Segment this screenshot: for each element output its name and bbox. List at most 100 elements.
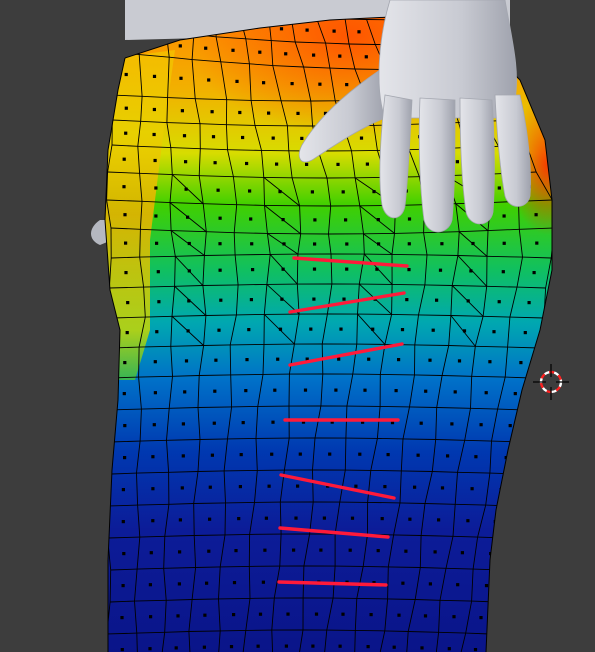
face-dot <box>431 328 435 332</box>
face-dot <box>400 328 405 332</box>
face-dot <box>341 612 345 616</box>
face-dot <box>284 644 288 648</box>
face-dot <box>232 613 236 617</box>
face-dot <box>358 452 362 456</box>
face-dot <box>153 158 157 163</box>
face-dot <box>232 581 237 585</box>
face-dot <box>153 391 157 395</box>
face-dot <box>437 518 441 522</box>
face-dot <box>312 297 316 301</box>
face-dot <box>332 29 336 33</box>
face-dot <box>211 135 216 139</box>
3d-viewport[interactable] <box>0 0 595 652</box>
face-dot <box>151 487 155 491</box>
face-dot <box>357 30 361 34</box>
face-dot <box>492 330 496 334</box>
face-dot <box>473 648 478 652</box>
face-dot <box>345 83 349 87</box>
face-dot <box>460 551 464 555</box>
face-dot <box>154 214 158 218</box>
face-dot <box>273 388 277 392</box>
face-dot <box>416 453 420 457</box>
face-dot <box>241 135 245 140</box>
face-dot <box>456 583 460 587</box>
face-dot <box>372 190 376 194</box>
face-dot <box>535 241 539 245</box>
face-dot <box>248 189 252 193</box>
face-dot <box>519 361 523 365</box>
face-dot <box>488 360 492 364</box>
face-dot <box>122 157 126 161</box>
face-dot <box>149 615 153 619</box>
hand-middle-finger <box>418 97 456 233</box>
face-dot <box>278 190 282 194</box>
face-dot <box>328 452 332 456</box>
face-dot <box>125 331 129 335</box>
face-dot <box>186 329 190 333</box>
face-dot <box>423 614 428 618</box>
face-dot <box>366 645 370 649</box>
face-dot <box>202 645 206 649</box>
face-dot <box>484 391 488 395</box>
face-dot <box>420 646 424 650</box>
face-dot <box>238 110 242 115</box>
face-dot <box>178 518 182 522</box>
face-dot <box>238 485 242 489</box>
face-dot <box>213 389 217 393</box>
face-dot <box>152 423 156 427</box>
face-dot <box>214 358 218 362</box>
face-dot <box>338 54 342 58</box>
face-dot <box>294 516 298 520</box>
3d-cursor[interactable] <box>533 364 569 400</box>
face-dot <box>433 550 437 554</box>
face-dot <box>305 162 309 166</box>
face-dot <box>375 267 379 271</box>
face-dot <box>296 111 300 115</box>
face-dot <box>123 213 127 217</box>
face-dot <box>401 581 405 585</box>
face-dot <box>440 486 445 490</box>
face-dot <box>216 188 220 192</box>
face-dot <box>466 299 470 303</box>
face-dot <box>276 357 280 361</box>
face-dot <box>397 358 401 362</box>
face-dot <box>270 452 274 456</box>
face-dot <box>286 612 290 616</box>
face-dot <box>484 584 489 588</box>
face-dot <box>452 615 456 619</box>
face-dot <box>251 268 255 272</box>
face-dot <box>397 613 401 617</box>
face-dot <box>311 644 315 648</box>
face-dot <box>408 517 412 521</box>
face-dot <box>348 548 352 552</box>
face-dot <box>275 162 279 166</box>
face-dot <box>280 297 284 301</box>
face-dot <box>207 78 211 82</box>
face-dot <box>267 111 271 115</box>
face-dot <box>218 242 222 246</box>
face-dot <box>371 327 375 331</box>
face-dot <box>183 390 187 394</box>
face-dot <box>309 327 313 331</box>
face-dot <box>322 516 326 520</box>
face-dot <box>318 82 322 86</box>
face-dot <box>407 268 411 272</box>
face-dot <box>217 328 221 332</box>
face-dot <box>239 453 243 457</box>
face-dot <box>184 359 189 363</box>
face-dot <box>424 389 428 393</box>
face-dot <box>271 420 275 424</box>
face-dot <box>312 53 316 57</box>
face-dot <box>508 424 512 428</box>
face-dot <box>234 549 238 553</box>
face-dot <box>354 484 358 488</box>
face-dot <box>314 612 319 616</box>
face-dot <box>151 519 155 523</box>
face-dot <box>181 422 185 426</box>
face-dot <box>365 162 369 166</box>
face-dot <box>447 647 451 651</box>
face-dot <box>342 297 346 301</box>
face-dot <box>123 456 127 460</box>
viewport-scene[interactable] <box>0 0 595 652</box>
face-dot <box>455 160 459 164</box>
